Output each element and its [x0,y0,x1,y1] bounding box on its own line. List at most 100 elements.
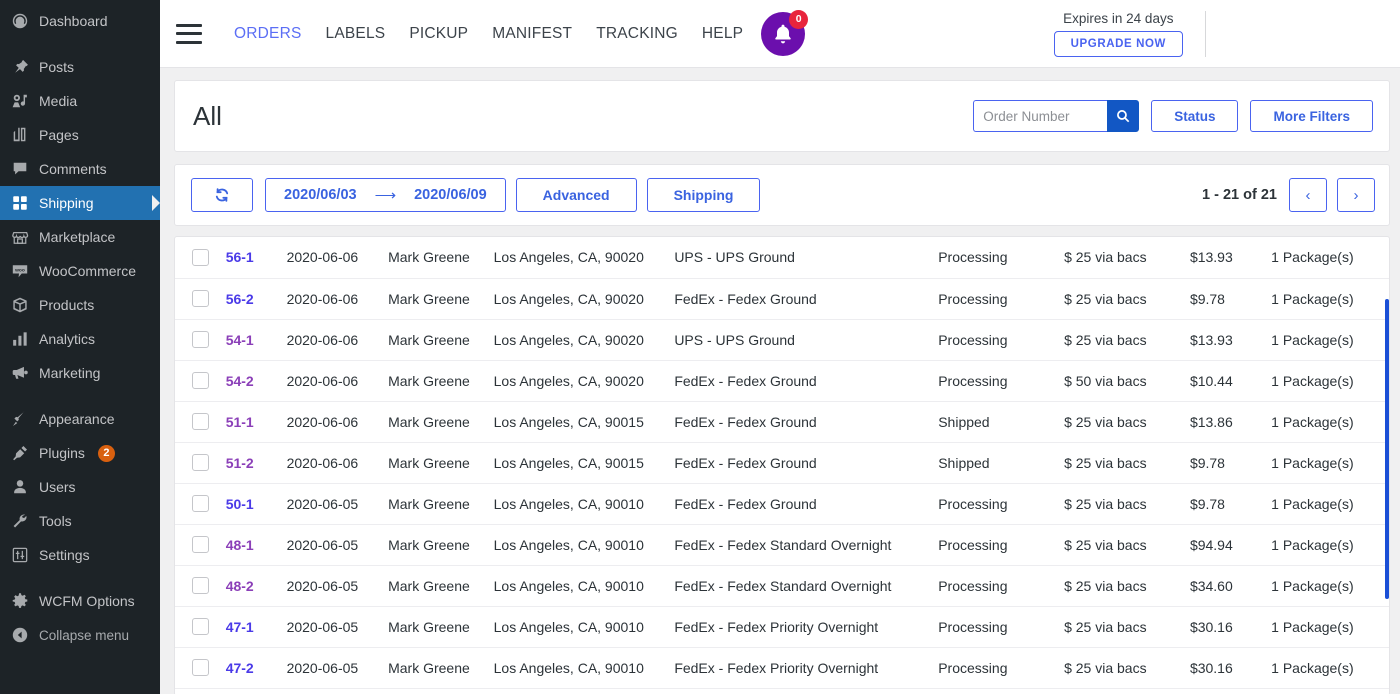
row-checkbox[interactable] [192,248,209,266]
content-area: All Status More Filters [160,68,1400,694]
sidebar-separator [0,38,160,50]
order-number-link[interactable]: 48-1 [226,537,254,553]
upgrade-now-button[interactable]: UPGRADE NOW [1053,30,1183,57]
row-checkbox[interactable] [192,495,209,512]
sidebar-item-label: Marketplace [39,229,116,245]
row-checkbox[interactable] [192,454,209,471]
order-number-link[interactable]: 56-1 [226,249,254,265]
nav-help[interactable]: HELP [702,25,743,43]
sidebar-item-posts[interactable]: Posts [0,50,160,84]
order-number-link[interactable]: 56-2 [226,291,254,307]
packages-cell: 1 Package(s) [1267,442,1389,484]
prev-page-button[interactable]: ‹ [1289,178,1327,212]
sidebar-item-tools[interactable]: Tools [0,504,160,538]
order-number-link[interactable]: 47-2 [226,660,254,676]
row-checkbox[interactable] [192,536,209,553]
shipping-method-cell: FedEx - Fedex Standard Overnight [670,565,935,607]
sidebar-item-label: Tools [39,513,72,529]
sidebar-item-plugins[interactable]: Plugins 2 [0,436,160,470]
sidebar-item-dashboard[interactable]: Dashboard [0,4,160,38]
nav-orders[interactable]: ORDERS [234,25,302,43]
sidebar-item-users[interactable]: Users [0,470,160,504]
table-row[interactable]: 48-1 2020-06-05 Mark Greene Los Angeles, CA… [175,524,1389,566]
customer-cell: Mark Greene [384,360,490,402]
date-to: 2020/06/09 [414,187,487,203]
packages-cell: 1 Package(s) [1267,647,1389,689]
sidebar-item-label: WCFM Options [39,593,135,609]
table-row[interactable]: 48-2 2020-06-05 Mark Greene Los Angeles, CA… [175,565,1389,607]
table-row[interactable]: 47-1 2020-06-05 Mark Greene Los Angeles, CA… [175,606,1389,648]
table-row[interactable]: 54-1 2020-06-06 Mark Greene Los Angeles, CA… [175,319,1389,361]
row-select-cell [175,401,222,443]
megaphone-icon [10,363,30,383]
sidebar-item-pages[interactable]: Pages [0,118,160,152]
order-date-cell: 2020-06-06 [282,401,385,443]
table-row[interactable]: 47-2 2020-06-05 Mark Greene Los Angeles, CA… [175,647,1389,689]
sidebar-item-marketplace[interactable]: Marketplace [0,220,160,254]
search-button[interactable] [1107,100,1140,132]
order-number-cell: 56-2 [221,278,283,320]
sidebar-item-woocommerce[interactable]: woo WooCommerce [0,254,160,288]
table-row[interactable]: 56-2 2020-06-06 Mark Greene Los Angeles, CA… [175,278,1389,320]
sidebar-item-marketing[interactable]: Marketing [0,356,160,390]
search-input[interactable] [973,100,1108,132]
status-filter-button[interactable]: Status [1151,100,1239,132]
refresh-button[interactable] [191,178,253,212]
order-number-link[interactable]: 51-2 [226,455,254,471]
sidebar-item-analytics[interactable]: Analytics [0,322,160,356]
order-number-link[interactable]: 48-2 [226,578,254,594]
sidebar-item-appearance[interactable]: Appearance [0,402,160,436]
row-checkbox[interactable] [192,413,209,430]
cost-cell: $30.16 [1185,606,1268,648]
sidebar-item-products[interactable]: Products [0,288,160,322]
order-number-cell: 47-2 [221,647,283,689]
customer-cell: Mark Greene [384,647,490,689]
table-row[interactable]: 56-1 2020-06-06 Mark Greene Los Angeles, CA… [175,237,1389,279]
cost-cell: $9.78 [1185,442,1268,484]
order-number-link[interactable]: 51-1 [226,414,254,430]
customer-cell: Mark Greene [384,442,490,484]
row-checkbox[interactable] [192,577,209,594]
notifications-button[interactable]: 0 [761,9,809,56]
sidebar-item-media[interactable]: Media [0,84,160,118]
customer-cell: Mark Greene [384,565,490,607]
nav-tracking[interactable]: TRACKING [596,25,678,43]
table-row[interactable]: 54-2 2020-06-06 Mark Greene Los Angeles, CA… [175,360,1389,402]
hamburger-menu-icon[interactable] [176,23,202,44]
order-number-link[interactable]: 54-2 [226,373,254,389]
shipping-button[interactable]: Shipping [646,178,761,212]
row-checkbox[interactable] [192,290,209,307]
order-number-link[interactable]: 47-1 [226,619,254,635]
order-number-link[interactable]: 50-1 [226,496,254,512]
table-row[interactable]: 50-1 2020-06-05 Mark Greene Los Angeles, CA… [175,483,1389,525]
nav-pickup[interactable]: PICKUP [409,25,468,43]
customer-cell: Mark Greene [384,237,490,279]
row-checkbox[interactable] [192,618,209,635]
next-page-button[interactable]: › [1337,178,1375,212]
more-filters-button[interactable]: More Filters [1250,100,1373,132]
order-number-link[interactable]: 54-1 [226,332,254,348]
advanced-button[interactable]: Advanced [515,178,637,212]
shipping-method-cell: FedEx - Fedex Ground [670,442,935,484]
nav-labels[interactable]: LABELS [326,25,386,43]
row-checkbox[interactable] [192,659,209,676]
notification-badge: 0 [789,9,809,29]
table-scrollbar-thumb[interactable] [1385,299,1389,599]
sidebar-item-settings[interactable]: Settings [0,538,160,572]
woo-icon: woo [10,261,30,281]
nav-manifest[interactable]: MANIFEST [492,25,572,43]
sidebar-item-shipping[interactable]: Shipping [0,186,160,220]
row-checkbox[interactable] [192,372,209,389]
sidebar-item-wcfm-options[interactable]: WCFM Options [0,584,160,618]
table-row[interactable]: 51-1 2020-06-06 Mark Greene Los Angeles, CA… [175,401,1389,443]
filter-bar: All Status More Filters [174,80,1390,152]
table-row[interactable]: 51-2 2020-06-06 Mark Greene Los Angeles, CA… [175,442,1389,484]
collapse-menu-button[interactable]: Collapse menu [0,618,160,652]
table-scrollbar-track[interactable] [1385,237,1389,694]
sidebar-item-comments[interactable]: Comments [0,152,160,186]
shipping-method-cell: UPS - UPS Ground [670,319,935,361]
date-range-picker[interactable]: 2020/06/03 ⟶ 2020/06/09 [265,178,506,212]
row-checkbox[interactable] [192,331,209,348]
pagination-label: 1 - 21 of 21 [1202,187,1277,203]
